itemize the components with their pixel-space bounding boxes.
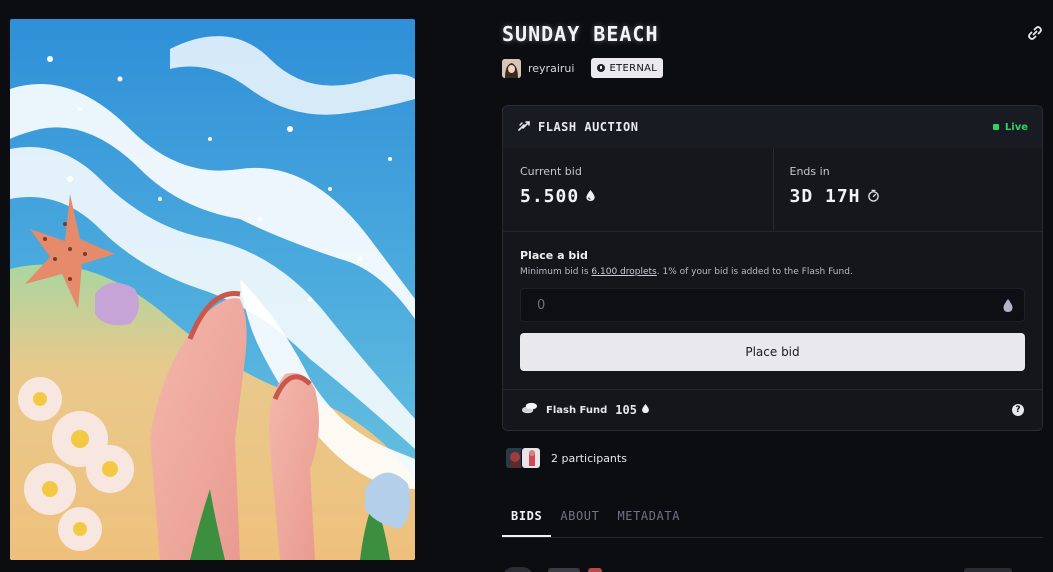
auction-stats: Current bid 5.500 Ends in 3D 17H xyxy=(503,148,1042,232)
bid-note-prefix: Minimum bid is xyxy=(520,267,592,277)
bid-amount-placeholder xyxy=(964,568,1012,572)
auction-title: FLASH AUCTION xyxy=(538,120,639,134)
flash-fund-value: 105 xyxy=(615,403,637,417)
creator-name[interactable]: reyrairui xyxy=(528,62,574,75)
live-label: Live xyxy=(1004,121,1028,133)
ends-in-stat: Ends in 3D 17H xyxy=(772,148,1043,231)
place-bid-title: Place a bid xyxy=(520,249,588,262)
artwork-title: SUNDAY BEACH xyxy=(502,22,659,46)
link-icon[interactable] xyxy=(1026,24,1044,42)
bid-note: Minimum bid is 6.100 droplets. 1% of you… xyxy=(520,267,1025,277)
coins-icon xyxy=(521,402,538,418)
live-dot-icon xyxy=(992,124,999,130)
edition-badge: ETERNAL xyxy=(591,58,664,78)
participant-avatar xyxy=(521,447,541,469)
auction-card: FLASH AUCTION Live Current bid 5.500 End… xyxy=(502,105,1043,431)
flash-icon xyxy=(517,118,531,137)
bidder-badge xyxy=(588,568,602,572)
tab-about[interactable]: ABOUT xyxy=(551,500,608,537)
tab-bids[interactable]: BIDS xyxy=(502,500,552,537)
creator-avatar[interactable] xyxy=(502,58,521,78)
edition-badge-label: ETERNAL xyxy=(609,62,658,74)
flash-fund-label: Flash Fund xyxy=(546,404,608,416)
ends-in-value: 3D 17H xyxy=(789,186,861,207)
droplet-icon xyxy=(641,403,650,417)
place-bid-button[interactable]: Place bid xyxy=(520,333,1025,371)
bid-amount-input[interactable] xyxy=(521,289,1024,321)
current-bid-label: Current bid xyxy=(520,165,582,178)
bid-amount-field[interactable] xyxy=(520,288,1025,322)
flash-fund-row: Flash Fund 105 ? xyxy=(503,390,1042,430)
bidder-avatar xyxy=(502,567,534,572)
bidder-name-placeholder xyxy=(548,568,580,572)
auction-header: FLASH AUCTION Live xyxy=(503,106,1042,148)
tab-metadata[interactable]: METADATA xyxy=(608,500,689,537)
help-icon[interactable]: ? xyxy=(1012,404,1024,416)
timer-icon xyxy=(867,186,880,207)
info-icon xyxy=(597,64,606,72)
participants-count: 2 participants xyxy=(551,451,627,465)
participant-avatars xyxy=(505,447,543,469)
ends-in-label: Ends in xyxy=(789,165,830,178)
droplet-icon xyxy=(585,186,596,207)
creator-row: reyrairui ETERNAL xyxy=(502,58,664,78)
live-status: Live xyxy=(992,121,1028,133)
artwork-image[interactable] xyxy=(10,19,415,560)
min-bid-link[interactable]: 6.100 droplets xyxy=(591,267,656,277)
detail-tabs: BIDS ABOUT METADATA xyxy=(502,500,1043,538)
droplet-icon xyxy=(1002,298,1014,313)
current-bid-value: 5.500 xyxy=(520,186,580,207)
beach-illustration xyxy=(10,19,415,560)
bid-note-suffix: . 1% of your bid is added to the Flash F… xyxy=(656,267,853,277)
bids-list xyxy=(502,565,1043,572)
place-bid-section: Place a bid Minimum bid is 6.100 droplet… xyxy=(503,232,1042,390)
participants-row[interactable]: 2 participants xyxy=(505,447,627,469)
current-bid-stat: Current bid 5.500 xyxy=(503,148,773,231)
